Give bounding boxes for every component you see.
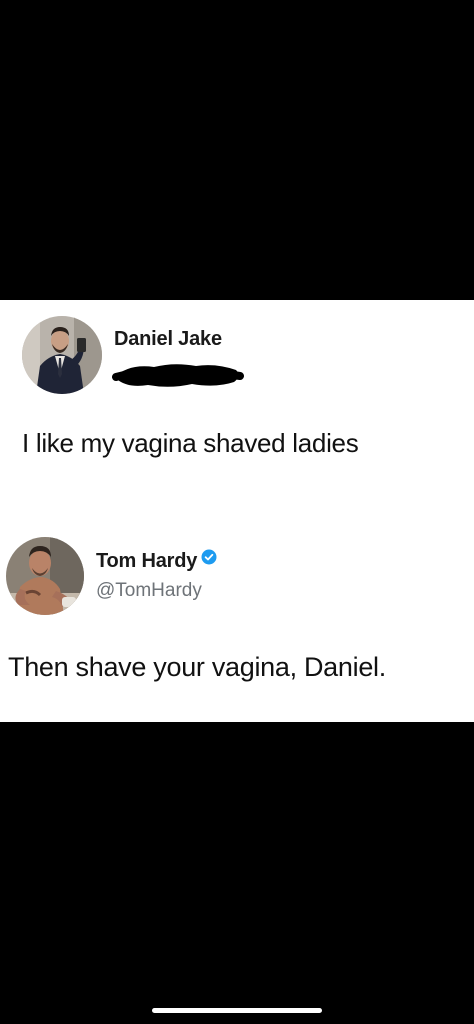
tweet1-text: I like my vagina shaved ladies — [22, 428, 359, 458]
screen: Daniel Jake I like my vagina shaved ladi… — [0, 0, 474, 1024]
tweet2-author-name[interactable]: Tom Hardy — [96, 550, 197, 572]
screenshot-card: Daniel Jake I like my vagina shaved ladi… — [0, 300, 474, 722]
daniel-jake-avatar[interactable] — [22, 316, 102, 394]
verified-badge-icon — [201, 548, 217, 571]
tweet2-text: Then shave your vagina, Daniel. — [8, 652, 386, 682]
tom-hardy-avatar[interactable] — [6, 537, 84, 615]
home-indicator[interactable] — [152, 1008, 322, 1013]
tweet2-handle[interactable]: @TomHardy — [96, 580, 202, 602]
tweet1-author-name[interactable]: Daniel Jake — [114, 328, 222, 351]
redacted-handle-scribble — [112, 358, 244, 392]
tweet2-author-name-row: Tom Hardy — [96, 548, 217, 573]
